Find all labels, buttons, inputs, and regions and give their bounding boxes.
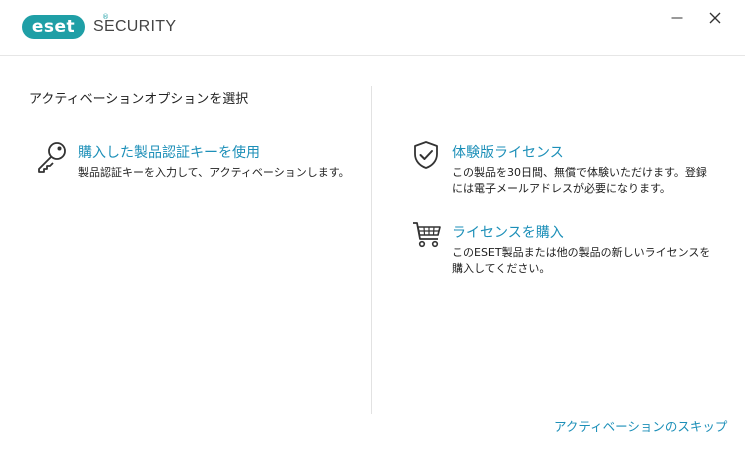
shield-check-icon	[414, 141, 438, 169]
trial-license-option[interactable]: 体験版ライセンス この製品を30日間、無償で体験いただけます。登録には電子メール…	[412, 140, 712, 200]
registered-mark: ®	[102, 13, 109, 21]
shopping-cart-icon	[413, 222, 441, 248]
column-divider	[371, 86, 372, 414]
buy-license-option[interactable]: ライセンスを購入 このESET製品または他の製品の新しいライセンスを購入してくだ…	[412, 220, 712, 280]
eset-logo: eset ® SECURITY	[22, 13, 176, 39]
close-icon	[709, 12, 721, 24]
title-bar: eset ® SECURITY	[0, 0, 745, 56]
page-subtitle: アクティベーションオプションを選択	[29, 92, 249, 107]
minimize-icon	[671, 17, 683, 19]
minimize-button[interactable]	[665, 8, 689, 28]
key-icon	[38, 142, 66, 173]
close-button[interactable]	[703, 8, 727, 28]
eset-logo-badge: eset	[22, 15, 85, 39]
trial-license-description: この製品を30日間、無償で体験いただけます。登録には電子メールアドレスが必要にな…	[452, 166, 707, 195]
use-license-key-title[interactable]: 購入した製品認証キーを使用	[78, 142, 260, 162]
buy-license-description: このESET製品または他の製品の新しいライセンスを購入してください。	[452, 246, 711, 275]
buy-license-title[interactable]: ライセンスを購入	[452, 222, 564, 242]
use-license-key-option[interactable]: 購入した製品認証キーを使用 製品認証キーを入力して、アクティベーションします。	[36, 140, 356, 186]
skip-activation-link[interactable]: アクティベーションのスキップ	[554, 416, 727, 435]
use-license-key-description: 製品認証キーを入力して、アクティベーションします。	[78, 166, 350, 179]
trial-license-title[interactable]: 体験版ライセンス	[452, 142, 564, 162]
